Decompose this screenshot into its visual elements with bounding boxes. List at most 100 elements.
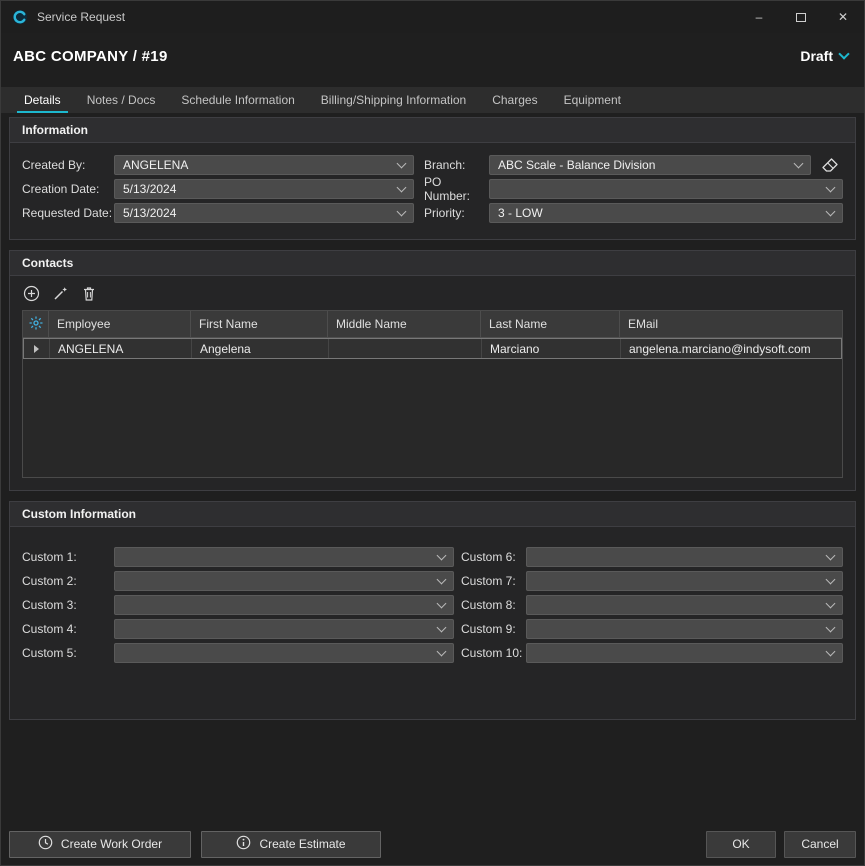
chevron-down-icon bbox=[826, 622, 836, 632]
custom-6-combo[interactable] bbox=[526, 547, 843, 567]
priority-value: 3 - LOW bbox=[498, 206, 819, 220]
chevron-down-icon bbox=[397, 158, 407, 168]
custom-1-combo[interactable] bbox=[114, 547, 454, 567]
field-row: Requested Date: 5/13/2024 Priority: 3 - … bbox=[22, 203, 843, 223]
created-by-combo[interactable]: ANGELENA bbox=[114, 155, 414, 175]
custom-2-combo[interactable] bbox=[114, 571, 454, 591]
tab-schedule-information[interactable]: Schedule Information bbox=[168, 87, 307, 113]
column-header-first-name[interactable]: First Name bbox=[191, 311, 328, 337]
chevron-down-icon bbox=[437, 622, 447, 632]
delete-contact-trash-icon[interactable] bbox=[81, 285, 97, 302]
information-panel: Information Created By: ANGELENA Branch:… bbox=[9, 117, 856, 240]
priority-label: Priority: bbox=[424, 206, 489, 220]
chevron-down-icon bbox=[397, 182, 407, 192]
cell-first-name[interactable]: Angelena bbox=[192, 339, 329, 358]
tab-notes-docs[interactable]: Notes / Docs bbox=[74, 87, 169, 113]
create-work-order-button[interactable]: Create Work Order bbox=[9, 831, 191, 858]
chevron-down-icon bbox=[826, 182, 836, 192]
expand-row-icon bbox=[34, 345, 39, 353]
content-area: Information Created By: ANGELENA Branch:… bbox=[1, 117, 864, 720]
custom-9-combo[interactable] bbox=[526, 619, 843, 639]
po-number-combo[interactable] bbox=[489, 179, 843, 199]
branch-value: ABC Scale - Balance Division bbox=[498, 158, 787, 172]
priority-combo[interactable]: 3 - LOW bbox=[489, 203, 843, 223]
chevron-down-icon bbox=[826, 206, 836, 216]
custom-10-label: Custom 10: bbox=[461, 646, 526, 660]
custom-8-label: Custom 8: bbox=[461, 598, 526, 612]
info-icon bbox=[236, 835, 251, 853]
custom-10-combo[interactable] bbox=[526, 643, 843, 663]
window-controls: – ✕ bbox=[738, 1, 864, 33]
edit-contact-wand-icon[interactable] bbox=[52, 285, 69, 302]
contacts-grid-header: Employee First Name Middle Name Last Nam… bbox=[23, 311, 842, 338]
column-header-last-name[interactable]: Last Name bbox=[481, 311, 620, 337]
tab-equipment[interactable]: Equipment bbox=[551, 87, 634, 113]
minimize-button[interactable]: – bbox=[738, 1, 780, 33]
custom-4-combo[interactable] bbox=[114, 619, 454, 639]
creation-date-combo[interactable]: 5/13/2024 bbox=[114, 179, 414, 199]
contacts-grid: Employee First Name Middle Name Last Nam… bbox=[22, 310, 843, 478]
cell-last-name[interactable]: Marciano bbox=[482, 339, 621, 358]
status-value: Draft bbox=[800, 48, 833, 64]
app-logo-icon bbox=[11, 8, 29, 26]
grid-empty-area bbox=[23, 359, 842, 477]
window-title: Service Request bbox=[37, 10, 125, 24]
close-icon: ✕ bbox=[838, 10, 848, 24]
titlebar: Service Request – ✕ bbox=[1, 1, 864, 33]
eraser-icon[interactable] bbox=[817, 157, 843, 173]
column-chooser-cell[interactable] bbox=[23, 311, 49, 337]
tab-bar: Details Notes / Docs Schedule Informatio… bbox=[1, 87, 864, 113]
branch-combo[interactable]: ABC Scale - Balance Division bbox=[489, 155, 811, 175]
column-chooser-icon bbox=[29, 316, 43, 333]
custom-3-combo[interactable] bbox=[114, 595, 454, 615]
custom-6-label: Custom 6: bbox=[461, 550, 526, 564]
custom-7-combo[interactable] bbox=[526, 571, 843, 591]
contacts-panel: Contacts bbox=[9, 250, 856, 491]
chevron-down-icon bbox=[826, 598, 836, 608]
add-contact-icon[interactable] bbox=[23, 285, 40, 302]
tab-billing-shipping-information[interactable]: Billing/Shipping Information bbox=[308, 87, 479, 113]
column-header-email[interactable]: EMail bbox=[620, 311, 842, 337]
custom-8-combo[interactable] bbox=[526, 595, 843, 615]
field-row: Custom 2: Custom 7: bbox=[22, 571, 843, 591]
create-estimate-button[interactable]: Create Estimate bbox=[201, 831, 381, 858]
custom-3-label: Custom 3: bbox=[22, 598, 114, 612]
cancel-button[interactable]: Cancel bbox=[784, 831, 856, 858]
tab-details[interactable]: Details bbox=[11, 87, 74, 113]
custom-information-panel: Custom Information Custom 1: Custom 6: C… bbox=[9, 501, 856, 720]
row-expander-cell[interactable] bbox=[24, 339, 50, 358]
contacts-panel-title: Contacts bbox=[10, 251, 855, 276]
cell-middle-name[interactable] bbox=[329, 339, 482, 358]
chevron-down-icon bbox=[794, 158, 804, 168]
custom-5-combo[interactable] bbox=[114, 643, 454, 663]
chevron-down-icon bbox=[397, 206, 407, 216]
chevron-down-icon bbox=[826, 646, 836, 656]
tab-charges[interactable]: Charges bbox=[479, 87, 550, 113]
create-work-order-label: Create Work Order bbox=[61, 837, 162, 851]
cell-employee[interactable]: ANGELENA bbox=[50, 339, 192, 358]
created-by-value: ANGELENA bbox=[123, 158, 390, 172]
custom-information-body: Custom 1: Custom 6: Custom 2: Custom 7: … bbox=[10, 527, 855, 719]
requested-date-label: Requested Date: bbox=[22, 206, 114, 220]
clock-icon bbox=[38, 835, 53, 853]
chevron-down-icon bbox=[437, 646, 447, 656]
creation-date-label: Creation Date: bbox=[22, 182, 114, 196]
ok-button[interactable]: OK bbox=[706, 831, 776, 858]
contact-row[interactable]: ANGELENA Angelena Marciano angelena.marc… bbox=[23, 338, 842, 359]
chevron-down-icon bbox=[826, 550, 836, 560]
maximize-button[interactable] bbox=[780, 1, 822, 33]
footer-bar: Create Work Order Create Estimate OK Can… bbox=[9, 830, 856, 858]
field-row: Custom 5: Custom 10: bbox=[22, 643, 843, 663]
chevron-down-icon bbox=[437, 574, 447, 584]
chevron-down-icon bbox=[826, 574, 836, 584]
column-header-middle-name[interactable]: Middle Name bbox=[328, 311, 481, 337]
close-button[interactable]: ✕ bbox=[822, 1, 864, 33]
page-title: ABC COMPANY / #19 bbox=[13, 48, 168, 65]
cell-email[interactable]: angelena.marciano@indysoft.com bbox=[621, 339, 841, 358]
status-dropdown[interactable]: Draft bbox=[800, 48, 848, 64]
column-header-employee[interactable]: Employee bbox=[49, 311, 191, 337]
requested-date-combo[interactable]: 5/13/2024 bbox=[114, 203, 414, 223]
custom-4-label: Custom 4: bbox=[22, 622, 114, 636]
field-row: Custom 1: Custom 6: bbox=[22, 547, 843, 567]
custom-9-label: Custom 9: bbox=[461, 622, 526, 636]
